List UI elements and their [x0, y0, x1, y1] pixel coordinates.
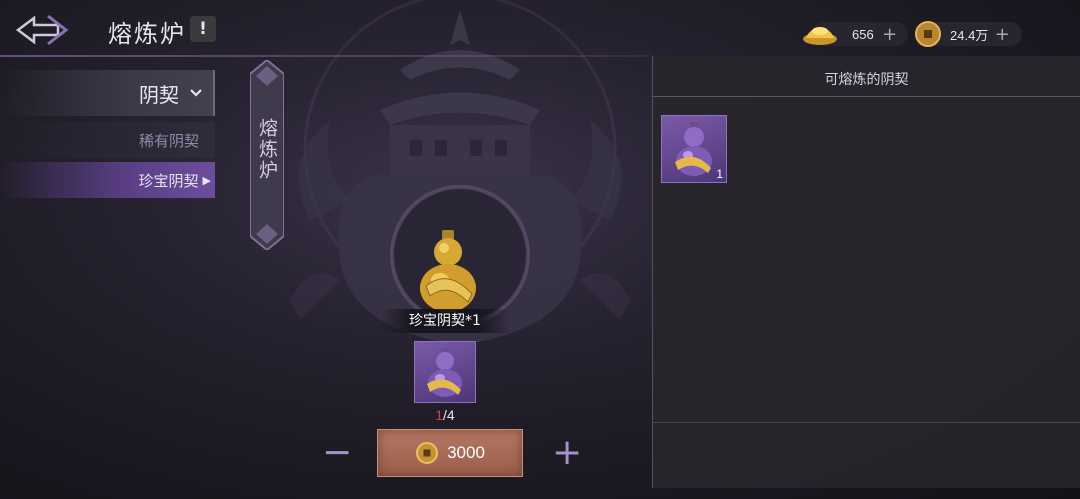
category-dropdown[interactable]: 阴契	[0, 70, 215, 116]
submenu-item-label: 稀有阴契	[138, 131, 199, 150]
panel-divider	[653, 96, 1080, 97]
top-bar-divider	[0, 55, 650, 57]
material-count: 1/4	[414, 407, 476, 423]
golden-gourd-icon	[420, 230, 476, 312]
gold-amount: 656	[852, 26, 874, 42]
smelt-cost: 3000	[447, 443, 485, 462]
smelt-button[interactable]: 3000	[377, 429, 523, 477]
add-coin-button[interactable]: +	[992, 24, 1012, 45]
submenu-item-label: 珍宝阴契	[138, 171, 199, 190]
coin-amount: 24.4万	[950, 27, 989, 43]
info-button[interactable]: !	[190, 16, 216, 42]
back-arrow-icon	[15, 14, 69, 46]
selected-arrow-icon: ▶	[202, 173, 211, 187]
page-title: 熔炼炉	[108, 20, 186, 48]
material-slot[interactable]	[414, 341, 476, 403]
result-item-label: 珍宝阴契*1	[380, 309, 510, 333]
purple-gourd-icon	[427, 348, 462, 397]
furnace-banner-text: 熔炼炉	[256, 118, 278, 181]
panel-bottom-divider	[653, 422, 1080, 423]
panel-title: 可熔炼的阴契	[824, 72, 909, 88]
chevron-down-icon	[190, 89, 202, 97]
submenu-item-rare[interactable]: 稀有阴契	[0, 122, 215, 158]
submenu-item-treasure[interactable]: 珍宝阴契 ▶	[0, 162, 215, 198]
back-button[interactable]	[10, 8, 74, 52]
copper-coin-icon	[915, 21, 941, 47]
increase-button[interactable]: +	[552, 435, 582, 471]
top-bar: 熔炼炉 ! 656 + 24.4万 +	[0, 0, 1080, 58]
copper-coin-icon	[416, 442, 439, 464]
gold-ingot-icon	[803, 27, 837, 45]
inventory-item[interactable]: 1	[661, 115, 727, 183]
item-quantity: 1	[716, 167, 723, 181]
material-current: 1	[435, 407, 444, 423]
smeltable-items-panel: 可熔炼的阴契 1	[652, 56, 1080, 488]
category-label: 阴契	[139, 82, 179, 107]
decrease-button[interactable]: −	[322, 435, 352, 471]
add-gold-button[interactable]: +	[880, 24, 900, 45]
material-total: /4	[443, 407, 455, 423]
